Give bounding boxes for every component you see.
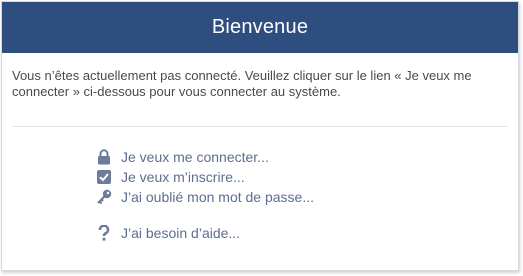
link-list: Je veux me connecter... Je veux m’inscri… (95, 147, 314, 243)
login-link[interactable]: Je veux me connecter... (95, 147, 314, 167)
panel-title: Bienvenue (211, 16, 309, 38)
panel-header: Bienvenue (2, 2, 518, 53)
register-link[interactable]: Je veux m’inscrire... (95, 167, 314, 187)
key-icon (95, 188, 113, 206)
welcome-panel: Bienvenue Vous n’êtes actuellement pas c… (1, 1, 519, 271)
intro-text: Vous n’êtes actuellement pas connecté. V… (12, 68, 472, 99)
login-link-label[interactable]: Je veux me connecter... (121, 149, 269, 165)
question-icon (95, 224, 113, 242)
forgot-password-link-label[interactable]: J’ai oublié mon mot de passe... (121, 189, 314, 205)
help-link[interactable]: J’ai besoin d’aide... (95, 223, 314, 243)
checkbox-icon (95, 168, 113, 186)
lock-icon (95, 148, 113, 166)
divider (12, 126, 508, 127)
register-link-label[interactable]: Je veux m’inscrire... (121, 169, 245, 185)
help-link-label[interactable]: J’ai besoin d’aide... (121, 225, 240, 241)
forgot-password-link[interactable]: J’ai oublié mon mot de passe... (95, 187, 314, 207)
